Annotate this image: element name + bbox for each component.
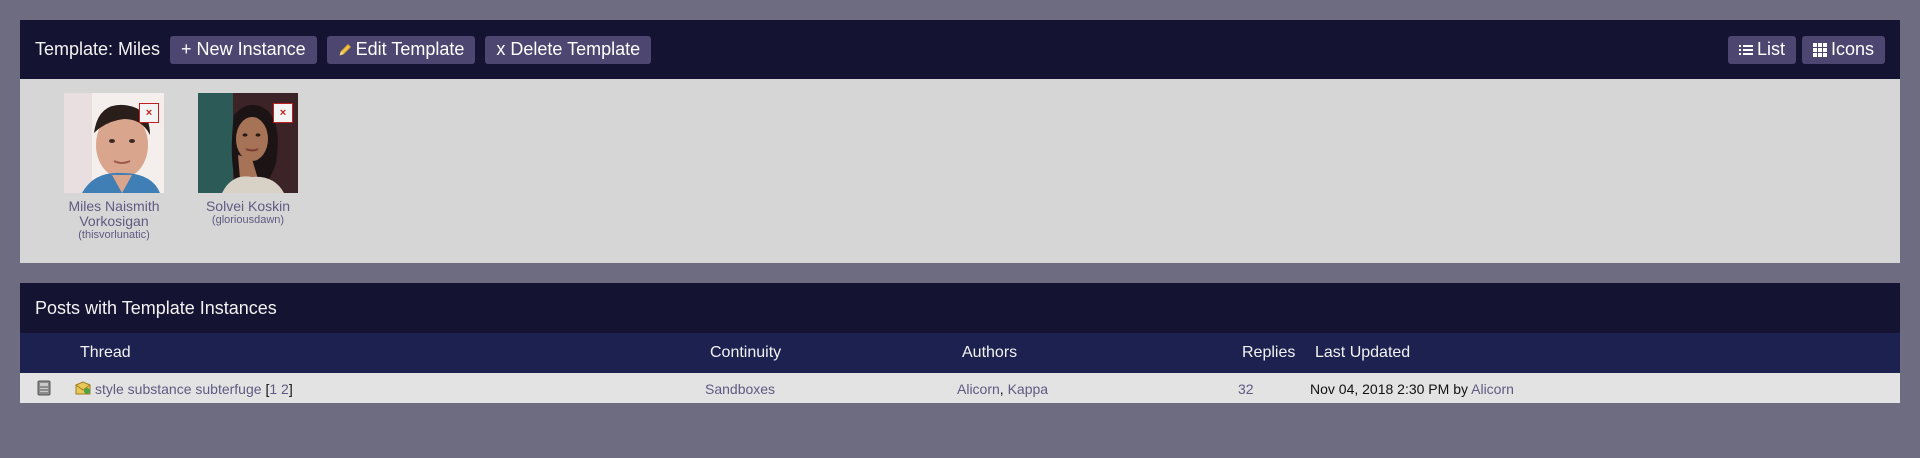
page-link-1[interactable]: 1 — [269, 381, 277, 397]
instance-card: × Miles Naismith Vorkosigan (thisvorluna… — [55, 93, 173, 242]
grid-icon — [1812, 42, 1827, 57]
page-bracket-close: ] — [288, 381, 293, 397]
list-view-label: List — [1756, 39, 1785, 59]
edit-template-label: Edit Template — [355, 39, 465, 59]
view-toggle: List Icons — [1722, 35, 1885, 64]
thread-link[interactable]: style substance subterfuge — [95, 381, 262, 397]
unread-icon[interactable] — [75, 381, 91, 398]
posts-table-header: Thread Continuity Authors Replies Last U… — [20, 333, 1900, 373]
character-name[interactable]: Miles Naismith Vorkosigan — [55, 199, 173, 229]
author-link[interactable]: Kappa — [1008, 381, 1048, 397]
character-name[interactable]: Solvei Koskin — [189, 199, 307, 214]
new-instance-button[interactable]: + New Instance — [170, 35, 317, 64]
delete-template-button[interactable]: x Delete Template — [485, 35, 652, 64]
edit-template-button[interactable]: Edit Template — [326, 35, 476, 64]
list-view-button[interactable]: List — [1727, 35, 1796, 64]
authors-cell: Alicorn, Kappa — [957, 381, 1048, 397]
column-thread: Thread — [80, 344, 131, 361]
delete-instance-button[interactable]: × — [273, 103, 293, 123]
list-icon — [1738, 44, 1753, 56]
instance-card: × Solvei Koskin (gloriousdawn) — [189, 93, 307, 227]
template-header: Template: Miles + New Instance Edit Temp… — [20, 20, 1900, 79]
character-screen-name: (thisvorlunatic) — [78, 229, 150, 241]
icons-view-label: Icons — [1830, 39, 1874, 59]
column-last-updated: Last Updated — [1315, 344, 1411, 361]
last-updated-cell: Nov 04, 2018 2:30 PM by Alicorn — [1310, 381, 1514, 397]
last-updated-time: Nov 04, 2018 2:30 PM — [1310, 381, 1450, 397]
last-author-link[interactable]: Alicorn — [1471, 381, 1514, 397]
posts-title: Posts with Template Instances — [35, 297, 277, 318]
replies-count[interactable]: 32 — [1238, 381, 1254, 397]
thread-cell: style substance subterfuge [1 2] — [95, 381, 293, 397]
board-icon[interactable] — [37, 380, 51, 399]
author-separator: , — [999, 381, 1004, 397]
template-panel: Template: Miles + New Instance Edit Temp… — [20, 20, 1900, 263]
page-link-2[interactable]: 2 — [281, 381, 289, 397]
table-row: style substance subterfuge [1 2] Sandbox… — [20, 373, 1900, 403]
author-link[interactable]: Alicorn — [957, 381, 1000, 397]
delete-instance-button[interactable]: × — [139, 103, 159, 123]
column-replies: Replies — [1242, 344, 1296, 361]
icons-view-button[interactable]: Icons — [1801, 35, 1885, 64]
posts-panel: Posts with Template Instances Thread Con… — [20, 283, 1900, 403]
instance-icons-area: × Miles Naismith Vorkosigan (thisvorluna… — [20, 79, 1900, 263]
posts-header: Posts with Template Instances — [20, 283, 1900, 333]
column-continuity: Continuity — [710, 344, 782, 361]
column-authors: Authors — [962, 344, 1018, 361]
pencil-icon — [338, 43, 352, 57]
last-updated-by: by — [1453, 381, 1468, 397]
continuity-link[interactable]: Sandboxes — [705, 381, 775, 397]
character-screen-name: (gloriousdawn) — [211, 214, 285, 226]
template-title: Template: Miles — [35, 39, 161, 59]
